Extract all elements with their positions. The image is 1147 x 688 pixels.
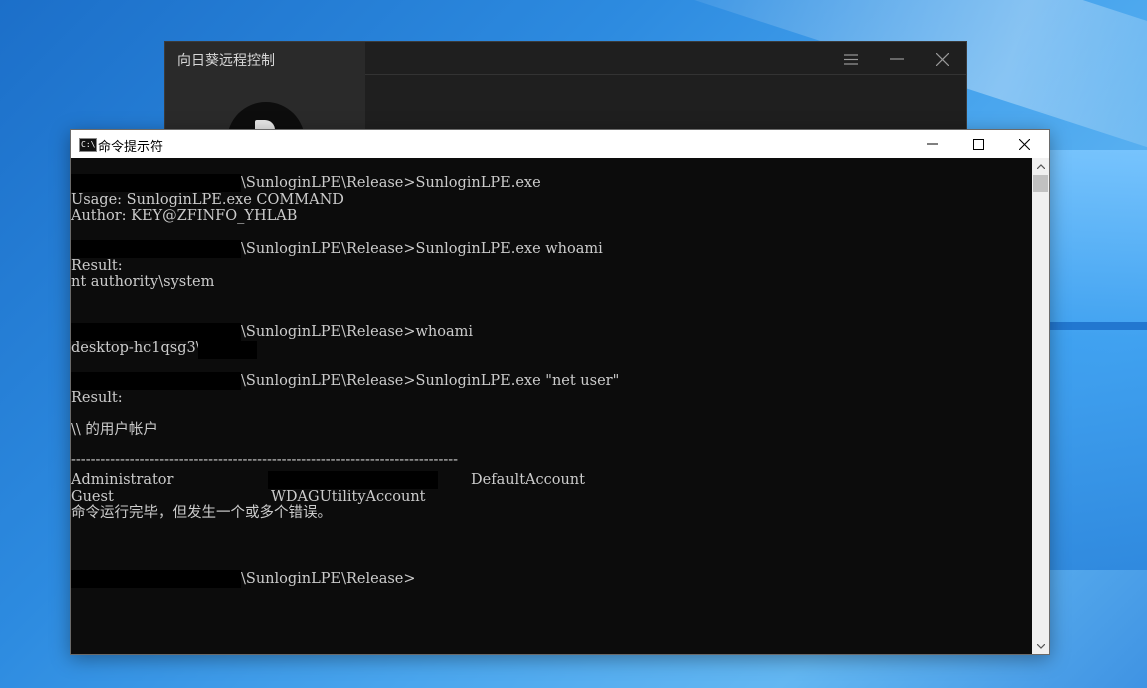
redacted-username bbox=[198, 341, 257, 359]
console-line: Result: bbox=[71, 258, 123, 274]
wallpaper-logo-divider bbox=[1048, 322, 1147, 330]
console-line: Administrator bbox=[71, 472, 174, 488]
redacted-path bbox=[71, 323, 241, 341]
sunlogin-window[interactable]: 向日葵远程控制 bbox=[164, 41, 967, 180]
console-line: DefaultAccount bbox=[471, 472, 585, 488]
console-prompt: \SunloginLPE\Release> bbox=[241, 571, 416, 587]
minimize-icon[interactable] bbox=[909, 130, 955, 158]
console-line: desktop-hc1qsg3\ bbox=[71, 340, 201, 356]
redacted-path bbox=[71, 174, 241, 192]
chevron-up-icon[interactable] bbox=[1032, 158, 1049, 174]
cmd-app-icon: C:\ bbox=[79, 138, 97, 152]
command-prompt-window[interactable]: C:\ 命令提示符 \SunloginLPE\Release>SunloginL… bbox=[70, 129, 1050, 655]
console-line: \\ 的用户帐户 bbox=[71, 422, 158, 438]
console-line: \SunloginLPE\Release>SunloginLPE.exe "ne… bbox=[241, 373, 620, 389]
hamburger-menu-icon[interactable] bbox=[838, 48, 864, 70]
console-line: Usage: SunloginLPE.exe COMMAND bbox=[71, 192, 344, 208]
scrollbar-thumb[interactable] bbox=[1033, 175, 1048, 192]
redacted-path bbox=[71, 570, 241, 588]
redacted-account bbox=[268, 471, 438, 489]
console-line: Guest bbox=[71, 489, 114, 505]
console-line: \SunloginLPE\Release>whoami bbox=[241, 324, 474, 340]
redacted-path bbox=[71, 372, 241, 390]
console-line: Author: KEY@ZFINFO_YHLAB bbox=[71, 208, 298, 224]
sunlogin-close-icon[interactable] bbox=[929, 48, 955, 70]
close-icon[interactable] bbox=[1001, 130, 1047, 158]
console-output[interactable]: \SunloginLPE\Release>SunloginLPE.exe Usa… bbox=[71, 158, 1032, 654]
cmd-window-title: 命令提示符 bbox=[98, 140, 164, 155]
cmd-titlebar[interactable]: C:\ 命令提示符 bbox=[71, 130, 1049, 158]
console-line: nt authority\system bbox=[71, 274, 215, 290]
console-line: 命令运行完毕，但发生一个或多个错误。 bbox=[71, 505, 332, 521]
wallpaper-windows-logo bbox=[1048, 150, 1147, 570]
sunlogin-minimize-icon[interactable] bbox=[884, 48, 910, 70]
console-line: WDAGUtilityAccount bbox=[271, 489, 426, 505]
console-separator: ----------------------------------------… bbox=[71, 452, 459, 468]
vertical-scrollbar[interactable] bbox=[1032, 158, 1049, 654]
console-line: Result: bbox=[71, 390, 123, 406]
console-line: \SunloginLPE\Release>SunloginLPE.exe who… bbox=[241, 241, 603, 257]
maximize-icon[interactable] bbox=[955, 130, 1001, 158]
sunlogin-title: 向日葵远程控制 bbox=[177, 53, 275, 69]
redacted-path bbox=[71, 240, 241, 258]
sunlogin-topbar-divider bbox=[365, 74, 966, 75]
chevron-down-icon[interactable] bbox=[1032, 638, 1049, 654]
console-line: \SunloginLPE\Release>SunloginLPE.exe bbox=[241, 175, 541, 191]
